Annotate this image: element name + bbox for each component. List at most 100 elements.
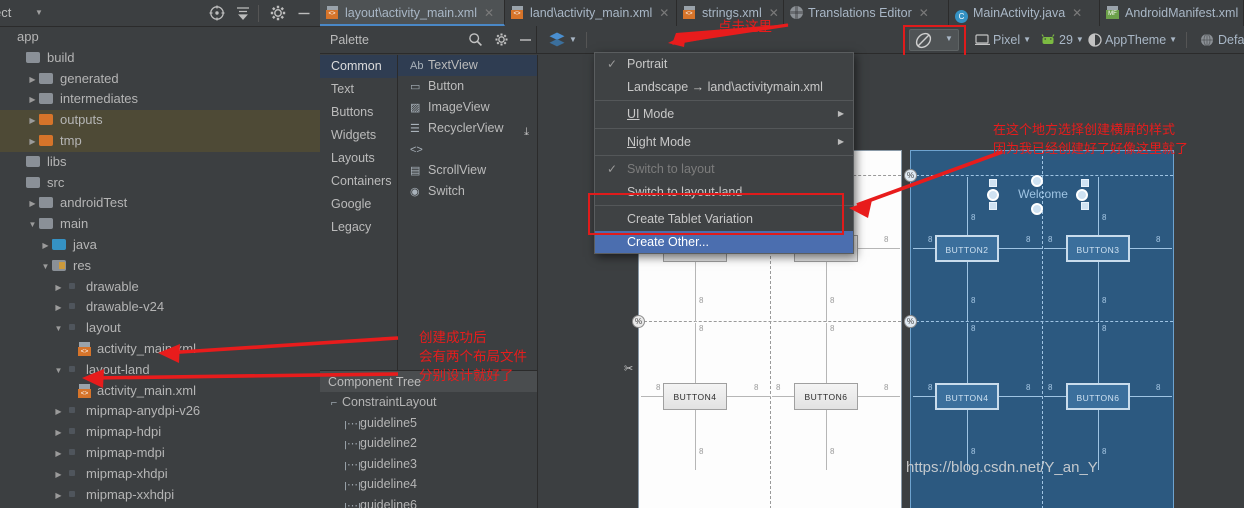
component-tree-node[interactable]: ꞁ⋯ꞁguideline4 [320,474,537,495]
theme-selector[interactable]: AppTheme ▼ [1088,26,1177,54]
project-tree-item[interactable]: activity_main.xml [0,339,320,360]
constraint-anchor[interactable] [1031,175,1043,187]
constraint-anchor[interactable] [1076,189,1088,201]
chevron-right-icon[interactable]: ▶ [52,423,65,444]
chevron-right-icon[interactable]: ▶ [26,194,39,215]
close-icon[interactable]: ✕ [1072,6,1082,20]
chevron-right-icon[interactable]: ▶ [52,298,65,319]
blueprint-button[interactable]: BUTTON4 [935,383,999,410]
project-tree-item[interactable]: ▶ java [0,235,320,256]
project-tree-item[interactable]: ▼ main [0,214,320,235]
component-tree-node[interactable]: ⌐ ConstraintLayout [320,392,537,413]
project-tree-item[interactable]: ▶ mipmap-xhdpi [0,464,320,485]
chevron-right-icon[interactable]: ▶ [52,465,65,486]
palette-category[interactable]: Widgets [320,124,397,147]
guideline-percent-handle[interactable]: % [632,315,645,328]
chevron-right-icon[interactable]: ▶ [52,486,65,507]
component-tree-node[interactable]: ꞁ⋯ꞁguideline6 [320,495,537,508]
palette-item[interactable]: ▭ Button [398,76,537,97]
editor-tab[interactable]: layout\activity_main.xml ✕ [320,0,505,26]
project-tree-item[interactable]: src [0,173,320,194]
project-tree-item[interactable]: ▶ tmp [0,130,320,153]
selection-handle[interactable] [1081,179,1089,187]
component-tree[interactable]: ⌐ ConstraintLayout ꞁ⋯ꞁguideline5 ꞁ⋯ꞁguideli… [320,392,537,508]
blueprint-button[interactable]: BUTTON6 [1066,383,1130,410]
project-tree-item[interactable]: ▶ mipmap-hdpi [0,422,320,443]
project-tree-item[interactable]: ▶ androidTest [0,193,320,214]
project-tree-item[interactable]: ▶ mipmap-anydpi-v26 [0,401,320,422]
project-file-tree[interactable]: app build ▶ generated ▶ intermediates ▶ outputs… [0,27,320,508]
project-tree-item[interactable]: ▶ mipmap-mdpi [0,443,320,464]
chevron-right-icon[interactable]: ▶ [26,111,39,132]
palette-category-list[interactable]: Common Text Buttons Widgets Layouts Container… [320,55,398,385]
design-button[interactable]: BUTTON4 [663,383,727,410]
palette-item[interactable]: <> [398,139,537,160]
close-icon[interactable]: ✕ [484,6,494,20]
minimize-icon[interactable] [518,32,533,50]
constraint-anchor[interactable] [1031,203,1043,215]
design-button[interactable]: BUTTON6 [794,383,858,410]
constraint-anchor[interactable] [987,189,999,201]
menu-item[interactable]: Night Mode ▶ [595,131,853,154]
project-tree-item[interactable]: activity_main.xml [0,381,320,402]
blueprint-preview-device[interactable]: % % Welcome BUTTON2 BUTTON3 BUTTON4 BUTT… [904,150,1174,508]
project-tree-item[interactable]: ▼ layout [0,318,320,339]
gear-icon[interactable] [494,32,509,50]
chevron-right-icon[interactable]: ▶ [52,444,65,465]
menu-item[interactable]: UI Mode ▶ [595,103,853,126]
menu-item[interactable]: ✓ Portrait [595,53,853,76]
palette-item[interactable]: Ab TextView [398,55,537,76]
project-tree-item[interactable]: ▶ generated [0,69,320,90]
palette-category[interactable]: Common [320,55,397,78]
minimize-icon[interactable] [295,4,313,22]
guideline-percent-handle[interactable]: % [904,169,917,182]
selection-handle[interactable] [989,202,997,210]
menu-item[interactable]: Create Other... [595,230,853,253]
component-tree-node[interactable]: ꞁ⋯ꞁguideline2 [320,433,537,454]
chevron-right-icon[interactable]: ▶ [26,70,39,91]
settings-gear-icon[interactable] [269,4,287,22]
close-icon[interactable]: ✕ [659,6,669,20]
chevron-down-icon[interactable]: ▼ [35,8,43,17]
device-selector[interactable]: Pixel ▼ [975,26,1031,54]
palette-item[interactable]: ◉ Switch [398,181,537,202]
chevron-right-icon[interactable]: ▶ [52,402,65,423]
palette-category[interactable]: Containers [320,170,397,193]
editor-tab[interactable]: AndroidManifest.xml [1100,0,1244,26]
selection-handle[interactable] [989,179,997,187]
palette-item[interactable]: ▨ ImageView [398,97,537,118]
blueprint-button[interactable]: BUTTON3 [1066,235,1130,262]
chevron-right-icon[interactable]: ▶ [52,278,65,299]
component-tree-node[interactable]: ꞁ⋯ꞁguideline5 [320,413,537,434]
chevron-right-icon[interactable]: ▶ [26,132,39,153]
chevron-right-icon[interactable]: ▶ [26,90,39,111]
project-tree-item[interactable]: ▶ mipmap-xxhdpi [0,485,320,506]
palette-category[interactable]: Text [320,78,397,101]
editor-tab[interactable]: C MainActivity.java ✕ [949,0,1100,26]
target-icon[interactable] [208,4,226,22]
project-tree-item[interactable]: build [0,48,320,69]
design-mode-button[interactable]: ▼ [548,26,577,54]
project-tree-item[interactable]: ▶ intermediates [0,89,320,110]
locale-selector[interactable]: Default (en-us)▼ [1200,26,1244,54]
palette-item[interactable]: ☰ RecyclerView ⤓ [398,118,537,139]
project-tree-item[interactable]: ▼ layout-land [0,360,320,381]
menu-item[interactable]: Landscape → land\activitymain.xml [595,76,853,99]
selection-handle[interactable] [1081,202,1089,210]
close-icon[interactable]: ✕ [919,6,929,20]
collapse-all-icon[interactable] [234,4,252,22]
menu-item[interactable]: Create Tablet Variation [595,208,853,231]
project-tree-item[interactable]: ▼ res [0,256,320,277]
component-tree-node[interactable]: ꞁ⋯ꞁguideline3 [320,454,537,475]
search-icon[interactable] [468,32,483,50]
project-tree-item[interactable]: ▶ outputs [0,110,320,131]
palette-category[interactable]: Buttons [320,101,397,124]
menu-item[interactable]: Switch to layout-land [595,181,853,204]
guideline-percent-handle[interactable]: % [904,315,917,328]
chevron-down-icon[interactable]: ▼ [52,361,65,382]
project-tree-item[interactable]: ▶ drawable-v24 [0,297,320,318]
palette-category[interactable]: Legacy [320,216,397,239]
palette-category[interactable]: Layouts [320,147,397,170]
editor-tab[interactable]: land\activity_main.xml ✕ [505,0,677,26]
editor-tab[interactable]: Translations Editor ✕ [784,0,949,26]
